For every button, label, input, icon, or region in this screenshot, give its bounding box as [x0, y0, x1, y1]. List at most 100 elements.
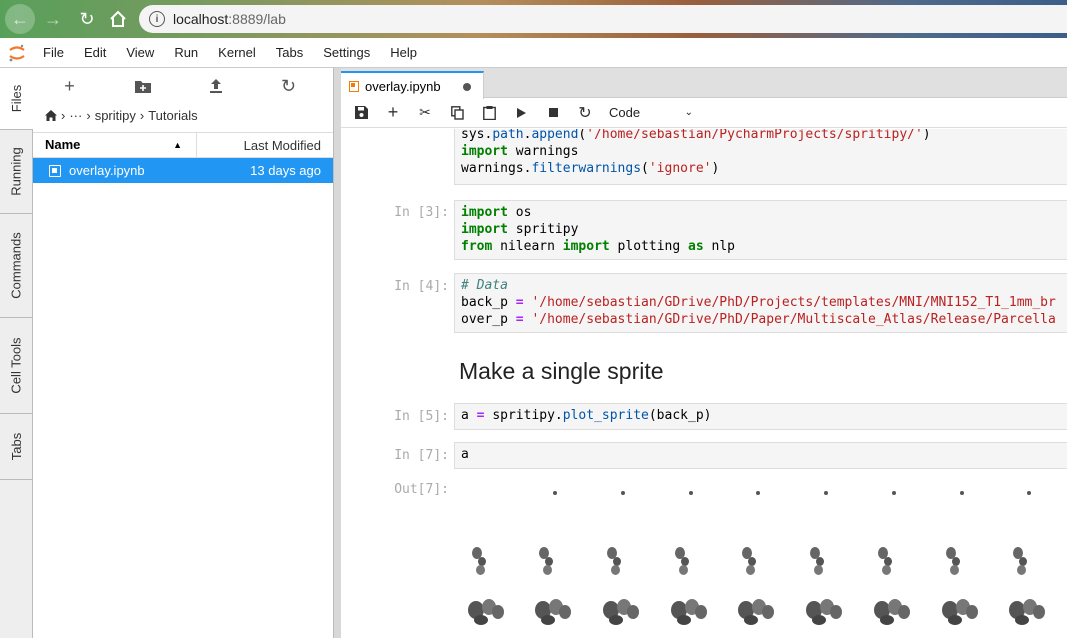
- cut-button[interactable]: ✂: [409, 99, 441, 127]
- paste-button[interactable]: [473, 99, 505, 127]
- cell-editor[interactable]: # Data back_p = '/home/sebastian/GDrive/…: [454, 273, 1067, 333]
- brain-slice-blob: [611, 565, 620, 575]
- refresh-icon: ↻: [280, 75, 297, 96]
- brain-slice-blob: [814, 565, 823, 575]
- breadcrumb-ellipsis[interactable]: ···: [69, 108, 82, 123]
- insert-cell-button[interactable]: +: [377, 99, 409, 127]
- sort-ascending-icon: ▲: [173, 140, 182, 150]
- main-dock-area: overlay.ipynb + ✂ ↻ Code ⌄ sys.path.appe: [341, 68, 1067, 638]
- cell-editor[interactable]: sys.path.append('/home/sebastian/Pycharm…: [454, 129, 1067, 185]
- home-icon: [110, 10, 126, 27]
- brain-slice-blob: [892, 491, 896, 495]
- panel-splitter[interactable]: [333, 68, 341, 638]
- brain-slice-blob: [492, 605, 504, 619]
- brain-slice-blob: [950, 565, 959, 575]
- menu-view[interactable]: View: [116, 38, 164, 68]
- cell-editor[interactable]: import os import spritipy from nilearn i…: [454, 200, 1067, 260]
- file-row[interactable]: overlay.ipynb 13 days ago: [33, 158, 333, 183]
- brain-slice-blob: [898, 605, 910, 619]
- upload-button[interactable]: [179, 68, 252, 104]
- breadcrumb-separator: ›: [61, 107, 66, 123]
- tab-cell-tools[interactable]: Cell Tools: [0, 318, 33, 414]
- chevron-down-icon: ⌄: [684, 107, 693, 118]
- plus-icon: +: [64, 75, 75, 96]
- menu-run[interactable]: Run: [164, 38, 208, 68]
- file-browser: + ↻ › ··· › spritipy › Tutorials Name ▲ L…: [33, 68, 333, 638]
- reload-button[interactable]: ↻: [72, 4, 102, 34]
- brain-slice-blob: [541, 615, 555, 625]
- file-modified: 13 days ago: [250, 163, 321, 178]
- tab-files[interactable]: Files: [0, 68, 34, 130]
- unsaved-indicator-icon[interactable]: [463, 83, 471, 91]
- arrow-right-icon: →: [44, 8, 62, 29]
- brain-slice-blob: [824, 491, 828, 495]
- output-prompt: Out[7]:: [394, 482, 449, 497]
- markdown-heading[interactable]: Make a single sprite: [459, 358, 664, 385]
- file-browser-toolbar: + ↻: [33, 68, 333, 104]
- column-name[interactable]: Name ▲: [33, 132, 197, 158]
- menu-settings[interactable]: Settings: [313, 38, 380, 68]
- url-path: :8889/lab: [228, 11, 286, 27]
- sprite-output-image: [454, 489, 1067, 638]
- menu-help[interactable]: Help: [380, 38, 427, 68]
- brain-slice-blob: [756, 491, 760, 495]
- scissors-icon: ✂: [419, 104, 431, 120]
- arrow-left-icon: ←: [11, 8, 29, 29]
- menu-bar: File Edit View Run Kernel Tabs Settings …: [0, 38, 1067, 68]
- copy-icon: [450, 105, 464, 120]
- plus-icon: +: [387, 102, 399, 122]
- tab-overlay-notebook[interactable]: overlay.ipynb: [341, 71, 484, 99]
- reload-icon: ↻: [79, 8, 95, 29]
- address-bar[interactable]: i localhost:8889/lab: [139, 5, 1067, 33]
- cell-type-select[interactable]: Code ⌄: [609, 105, 693, 120]
- tab-tabs[interactable]: Tabs: [0, 414, 33, 480]
- left-sidebar-tabs: Files Running Commands Cell Tools Tabs: [0, 68, 34, 638]
- refresh-icon: ↻: [578, 104, 592, 122]
- cell-editor[interactable]: a = spritipy.plot_sprite(back_p): [454, 403, 1067, 430]
- menu-kernel[interactable]: Kernel: [208, 38, 266, 68]
- brain-slice-blob: [744, 615, 758, 625]
- notebook-content[interactable]: sys.path.append('/home/sebastian/Pycharm…: [341, 129, 1067, 638]
- menu-file[interactable]: File: [33, 38, 74, 68]
- brain-slice-blob: [880, 615, 894, 625]
- copy-button[interactable]: [441, 99, 473, 127]
- breadcrumb-tutorials[interactable]: Tutorials: [148, 108, 197, 123]
- jupyter-logo: [0, 38, 33, 68]
- stop-icon: [548, 108, 558, 117]
- cell-editor[interactable]: a: [454, 442, 1067, 469]
- forward-button[interactable]: →: [38, 4, 68, 34]
- menu-tabs[interactable]: Tabs: [266, 38, 313, 68]
- brain-slice-blob: [543, 565, 552, 575]
- interrupt-button[interactable]: [537, 99, 569, 127]
- column-last-modified[interactable]: Last Modified: [197, 138, 333, 153]
- restart-kernel-button[interactable]: ↻: [569, 99, 601, 127]
- run-button[interactable]: [505, 99, 537, 127]
- refresh-button[interactable]: ↻: [252, 68, 325, 104]
- brain-slice-blob: [695, 605, 707, 619]
- back-button[interactable]: ←: [5, 4, 35, 34]
- tab-commands[interactable]: Commands: [0, 214, 33, 318]
- info-icon[interactable]: i: [149, 11, 165, 27]
- save-button[interactable]: [345, 99, 377, 127]
- breadcrumb-spritipy[interactable]: spritipy: [95, 108, 136, 123]
- brain-slice-blob: [476, 565, 485, 575]
- brain-slice-blob: [882, 565, 891, 575]
- home-icon[interactable]: [45, 109, 57, 121]
- url-host: localhost: [173, 11, 229, 27]
- home-button[interactable]: [103, 4, 133, 34]
- new-folder-button[interactable]: [106, 68, 179, 104]
- brain-slice-blob: [960, 491, 964, 495]
- browser-toolbar: ← → ↻ i localhost:8889/lab: [0, 0, 1067, 38]
- brain-slice-blob: [689, 491, 693, 495]
- new-launcher-button[interactable]: +: [33, 68, 106, 104]
- brain-slice-blob: [677, 615, 691, 625]
- cell-type-value: Code: [609, 105, 641, 120]
- brain-slice-blob: [679, 565, 688, 575]
- notebook-toolbar: + ✂ ↻ Code ⌄: [341, 98, 1067, 128]
- folder-plus-icon: [134, 81, 151, 93]
- brain-slice-blob: [1015, 615, 1029, 625]
- menu-edit[interactable]: Edit: [74, 38, 116, 68]
- tab-running[interactable]: Running: [0, 130, 33, 214]
- input-prompt: In [4]:: [394, 279, 449, 294]
- brain-slice-blob: [609, 615, 623, 625]
